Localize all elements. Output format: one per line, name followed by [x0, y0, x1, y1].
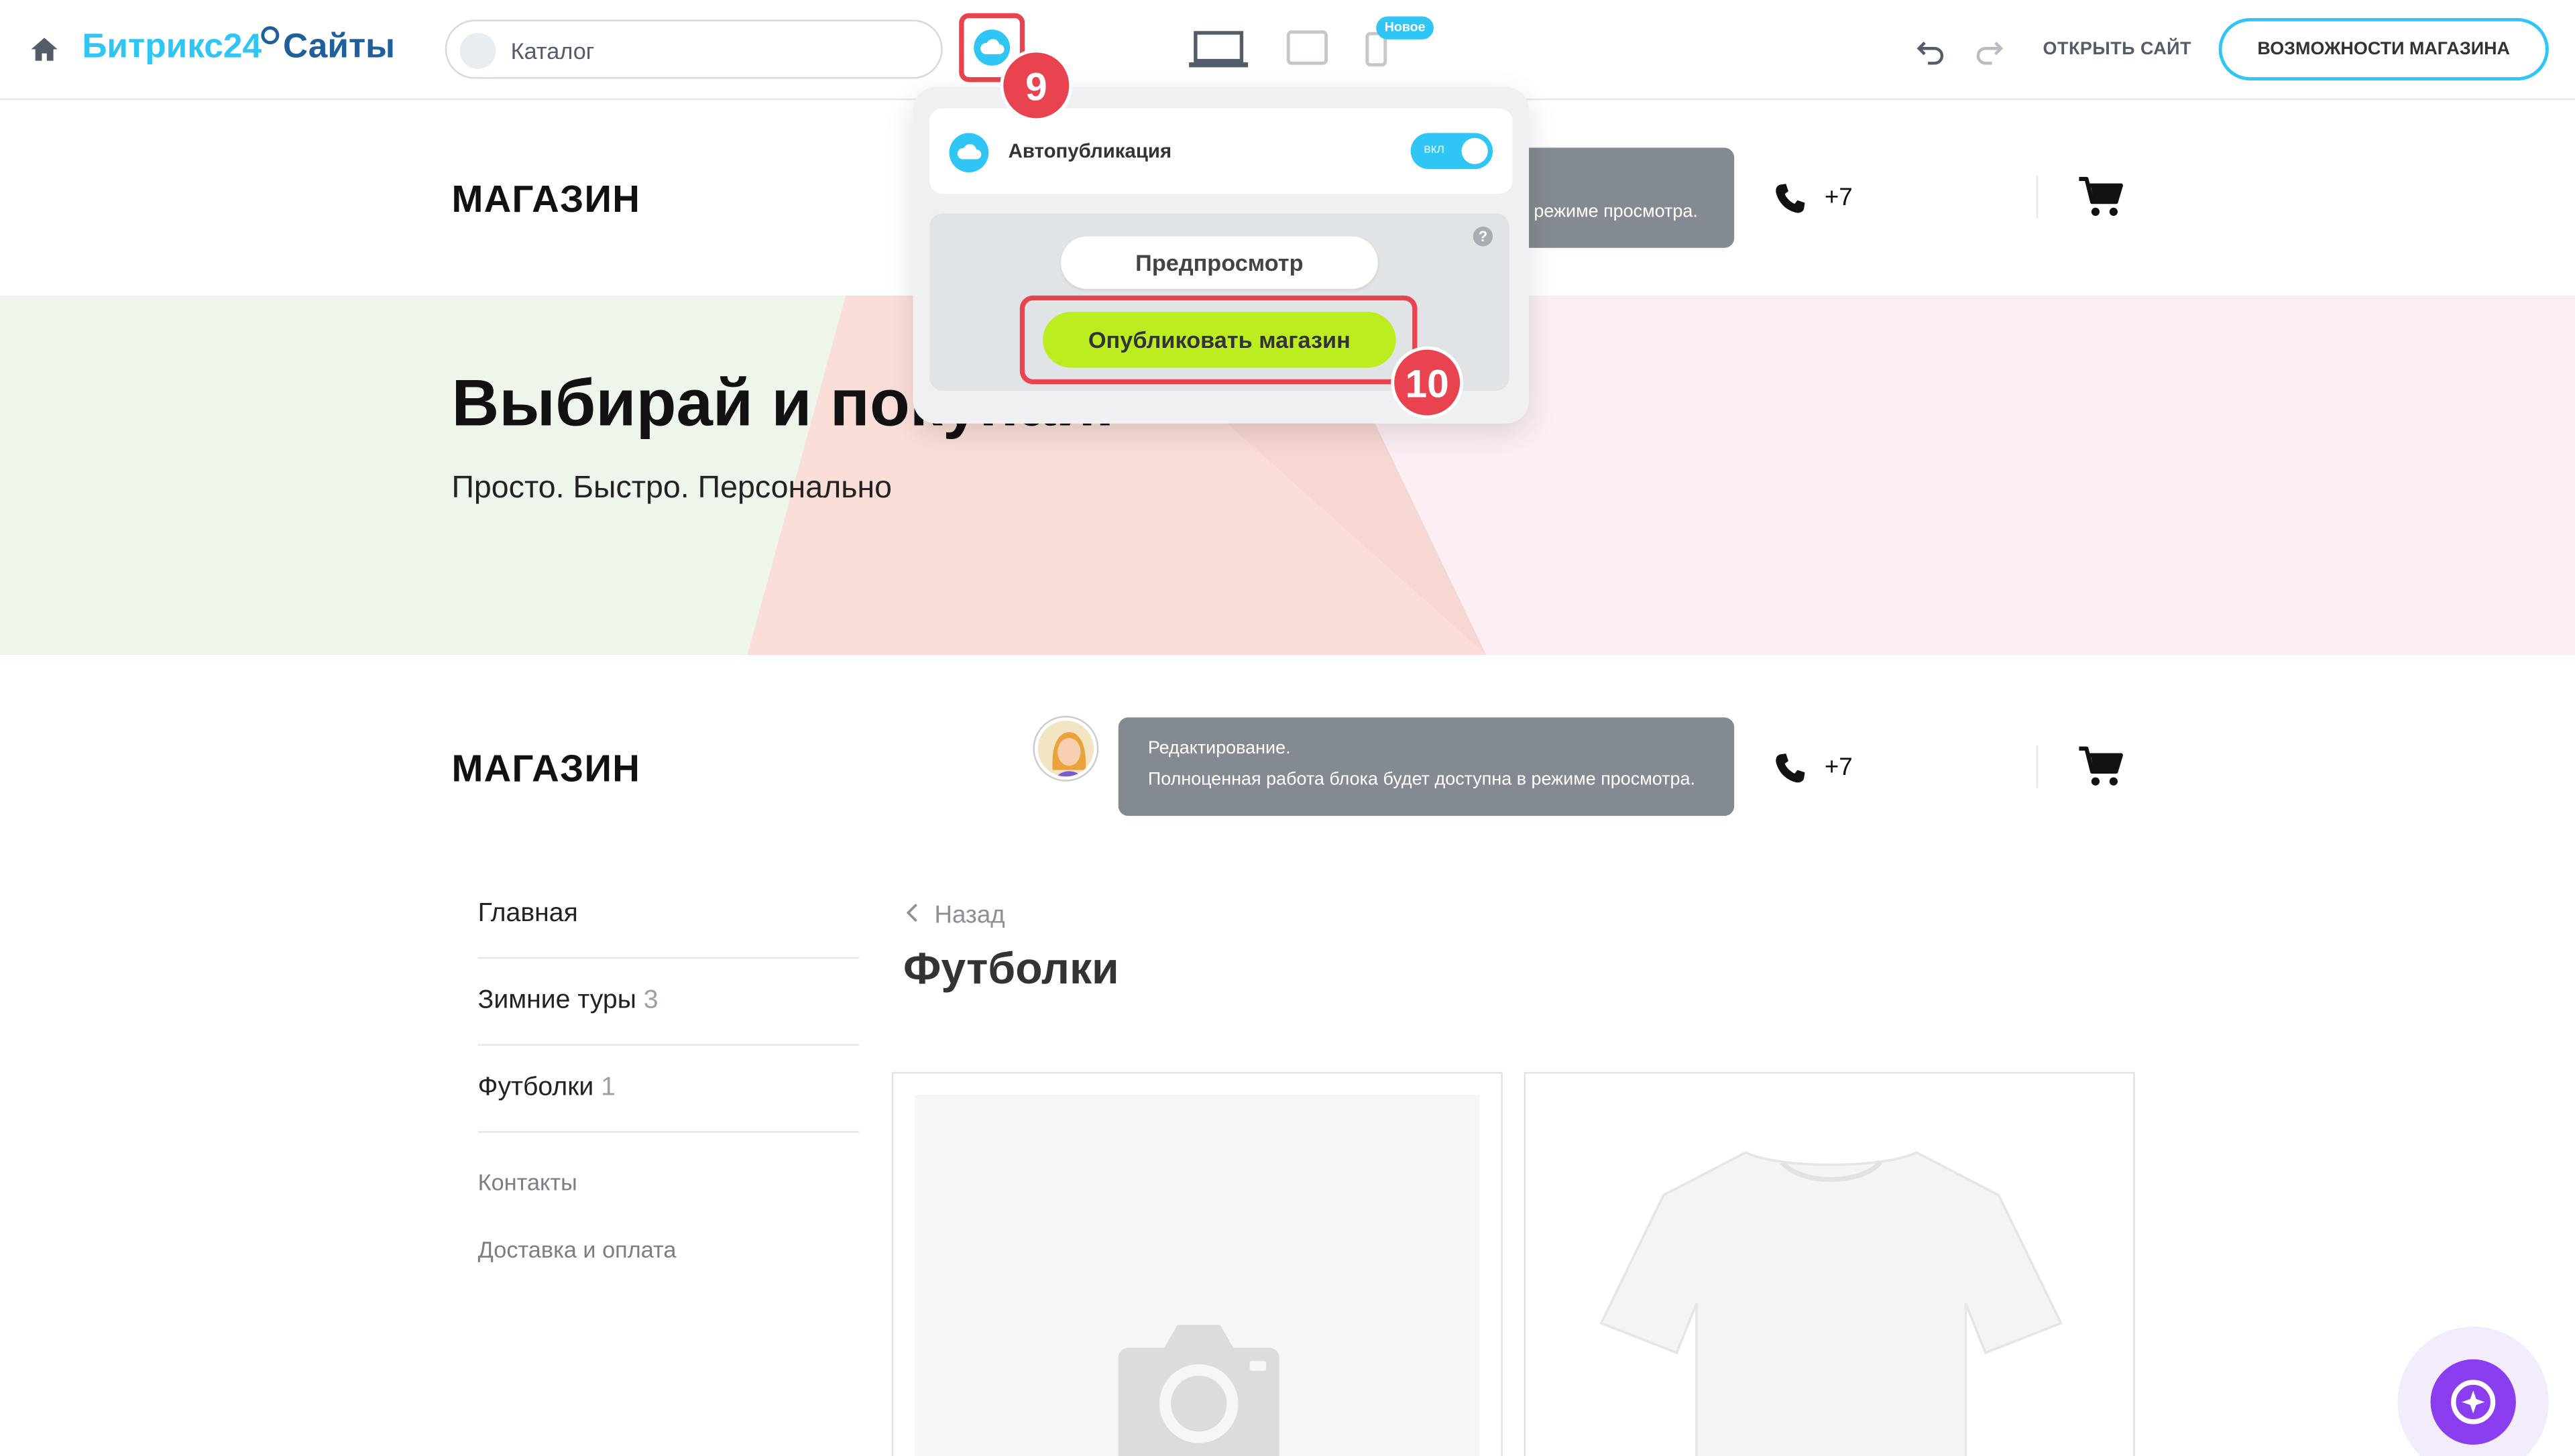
- tooltip-title: Редактирование.: [1147, 739, 1291, 759]
- chevron-left-icon: [906, 904, 917, 922]
- category-title: Футболки: [903, 944, 1119, 993]
- product-image-placeholder: [915, 1095, 1480, 1456]
- autopublish-row: Автопубликация вкл: [929, 108, 1513, 194]
- shop-title: МАГАЗИН: [451, 747, 641, 790]
- tooltip-text: режиме просмотра.: [1534, 202, 1698, 222]
- page-selector-label: Каталог: [510, 38, 595, 64]
- cloud-publish-button[interactable]: [974, 29, 1011, 66]
- store-features-button[interactable]: ВОЗМОЖНОСТИ МАГАЗИНА: [2218, 17, 2549, 81]
- undo-icon[interactable]: [1915, 34, 1948, 67]
- brand-name: Битрикс24: [82, 27, 262, 66]
- step-marker-10: 10: [1391, 346, 1464, 419]
- page-selector[interactable]: Каталог: [445, 19, 943, 79]
- menu-link-contacts[interactable]: Контакты: [478, 1169, 577, 1195]
- home-icon[interactable]: [30, 34, 59, 64]
- hero-subtitle: Просто. Быстро. Персонально: [451, 471, 893, 506]
- brand-product: Сайты: [282, 27, 396, 66]
- copilot-icon: [2451, 1380, 2496, 1424]
- new-badge: Новое: [1376, 16, 1434, 40]
- menu-item-winter-tours[interactable]: Зимние туры 3: [478, 987, 659, 1016]
- page-thumbnail-icon: [459, 32, 496, 69]
- header-divider: [2036, 176, 2039, 219]
- tooltip-text: Полноценная работа блока будет доступна …: [1147, 770, 1695, 790]
- back-link[interactable]: Назад: [905, 901, 1005, 930]
- redo-icon[interactable]: [1972, 34, 2005, 67]
- cloud-icon: [949, 133, 989, 173]
- toggle-knob: [1461, 137, 1488, 164]
- brand-logo[interactable]: Битрикс24 Сайты: [82, 26, 396, 68]
- phone-icon: [1776, 753, 1805, 783]
- phone-icon: [1776, 184, 1805, 213]
- product-card[interactable]: [891, 1072, 1503, 1456]
- tshirt-image: [1599, 1151, 2063, 1456]
- menu-divider: [477, 1044, 859, 1046]
- autopublish-toggle[interactable]: вкл: [1410, 133, 1493, 170]
- cart-icon[interactable]: [2077, 745, 2124, 788]
- menu-item-label: Футболки: [477, 1073, 594, 1102]
- menu-item-label: Зимние туры: [477, 986, 636, 1015]
- back-label: Назад: [934, 901, 1005, 930]
- desktop-view-icon[interactable]: [1189, 29, 1249, 69]
- editor-toolbar: Битрикс24 Сайты Каталог Новое ОТКРЫТЬ СА…: [0, 0, 2575, 101]
- product-card[interactable]: [1524, 1072, 2135, 1456]
- header-divider: [2036, 745, 2039, 788]
- menu-divider: [477, 1131, 859, 1133]
- menu-item-home[interactable]: Главная: [478, 900, 578, 929]
- phone-number[interactable]: +7: [1825, 753, 1853, 782]
- edit-tooltip: Редактирование. Полноценная работа блока…: [1118, 717, 1735, 816]
- menu-item-label: Главная: [477, 900, 578, 928]
- cart-icon[interactable]: [2077, 176, 2124, 219]
- tablet-view-icon[interactable]: [1286, 29, 1329, 66]
- phone-number[interactable]: +7: [1825, 184, 1853, 212]
- autopublish-label: Автопубликация: [1008, 139, 1172, 163]
- user-avatar: [1034, 717, 1097, 780]
- ai-assistant-button[interactable]: [2397, 1326, 2549, 1456]
- menu-divider: [477, 957, 859, 959]
- shop-title: МАГАЗИН: [451, 177, 641, 221]
- ai-assistant-core: [2430, 1359, 2516, 1445]
- help-icon[interactable]: ?: [1473, 226, 1493, 247]
- menu-link-delivery[interactable]: Доставка и оплата: [478, 1236, 677, 1262]
- open-site-link[interactable]: ОТКРЫТЬ САЙТ: [2043, 40, 2191, 59]
- menu-item-count: 1: [601, 1073, 616, 1102]
- cloud-icon: [980, 39, 1005, 54]
- camera-icon: [1118, 1325, 1279, 1456]
- publish-store-button[interactable]: Опубликовать магазин: [1043, 312, 1396, 368]
- step-marker-9: 9: [1000, 49, 1073, 122]
- preview-button[interactable]: Предпросмотр: [1061, 236, 1378, 290]
- menu-item-tshirts[interactable]: Футболки 1: [478, 1074, 616, 1103]
- menu-item-count: 3: [643, 986, 659, 1015]
- clock-icon: [262, 26, 280, 45]
- toggle-state-label: вкл: [1424, 141, 1444, 156]
